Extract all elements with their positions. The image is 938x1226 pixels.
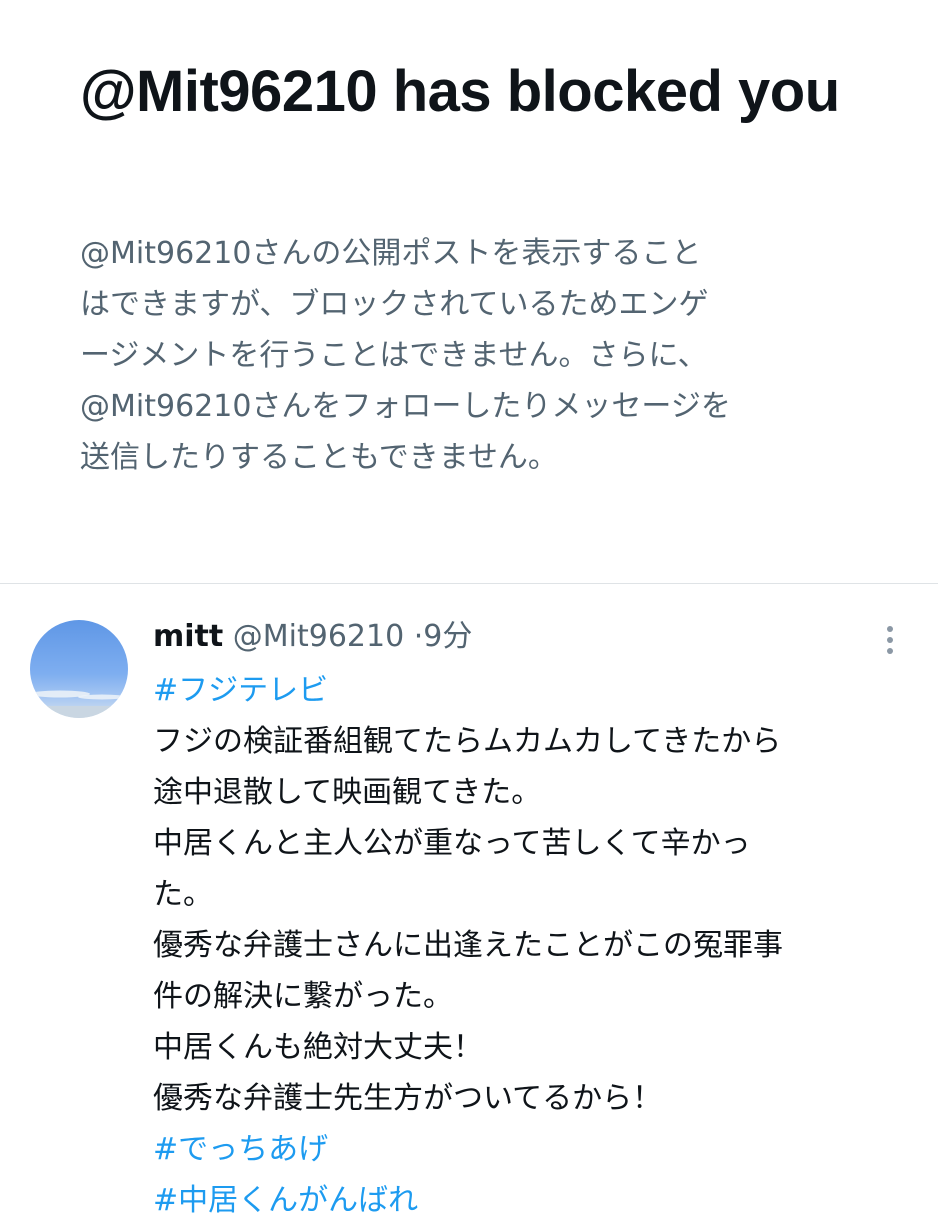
tweet-line: 中居くんも絶対大丈夫！ [153,1030,483,1065]
handle[interactable]: @Mit96210 [233,619,404,654]
block-notice-line: @Mit96210さんの公開ポストを表示すること [80,236,702,271]
hashtag-link[interactable]: #フジテレビ [153,665,913,716]
tweet-line: た。 [153,877,213,912]
divider [0,583,938,584]
block-notice-line: @Mit96210さんをフォローしたりメッセージを [80,389,731,424]
more-button[interactable] [872,622,908,658]
tweet-line: 途中退散して映画観てきた。 [153,775,542,810]
block-notice-line: ージメントを行うことはできません。さらに、 [80,338,708,373]
block-notice: @Mit96210 has blocked you @Mit96210さんの公開… [0,0,938,584]
tweet-line: 件の解決に繋がった。 [153,979,453,1014]
tweet-line: 優秀な弁護士先生方がついてるから！ [153,1081,663,1116]
tweet-text: #フジテレビ フジの検証番組観てたらムカムカしてきたから 途中退散して映画観てき… [153,665,913,1226]
block-notice-line: 送信したりすることもできません。 [80,440,558,475]
tweet-line: フジの検証番組観てたらムカムカしてきたから [153,724,782,759]
separator: · [413,619,424,654]
block-notice-title: @Mit96210 has blocked you [80,59,840,124]
more-vertical-icon [887,626,893,654]
hashtag-link[interactable]: #でっちあげ [153,1124,913,1175]
tweet-line: 中居くんと主人公が重なって苦しくて辛かっ [153,826,751,861]
block-notice-body: @Mit96210さんの公開ポストを表示すること はできますが、ブロックされてい… [80,228,840,483]
timestamp[interactable]: 9分 [423,619,472,654]
block-notice-line: はできますが、ブロックされているためエンゲ [80,287,709,322]
display-name[interactable]: mitt [153,619,223,654]
tweet-header: mitt @Mit96210 ·9分 [153,614,472,660]
tweet-line: 優秀な弁護士さんに出逢えたことがこの冤罪事 [153,928,783,963]
hashtag-link[interactable]: #中居くんがんばれ [153,1175,913,1226]
avatar[interactable] [30,620,128,718]
avatar-sky-image [30,620,128,718]
